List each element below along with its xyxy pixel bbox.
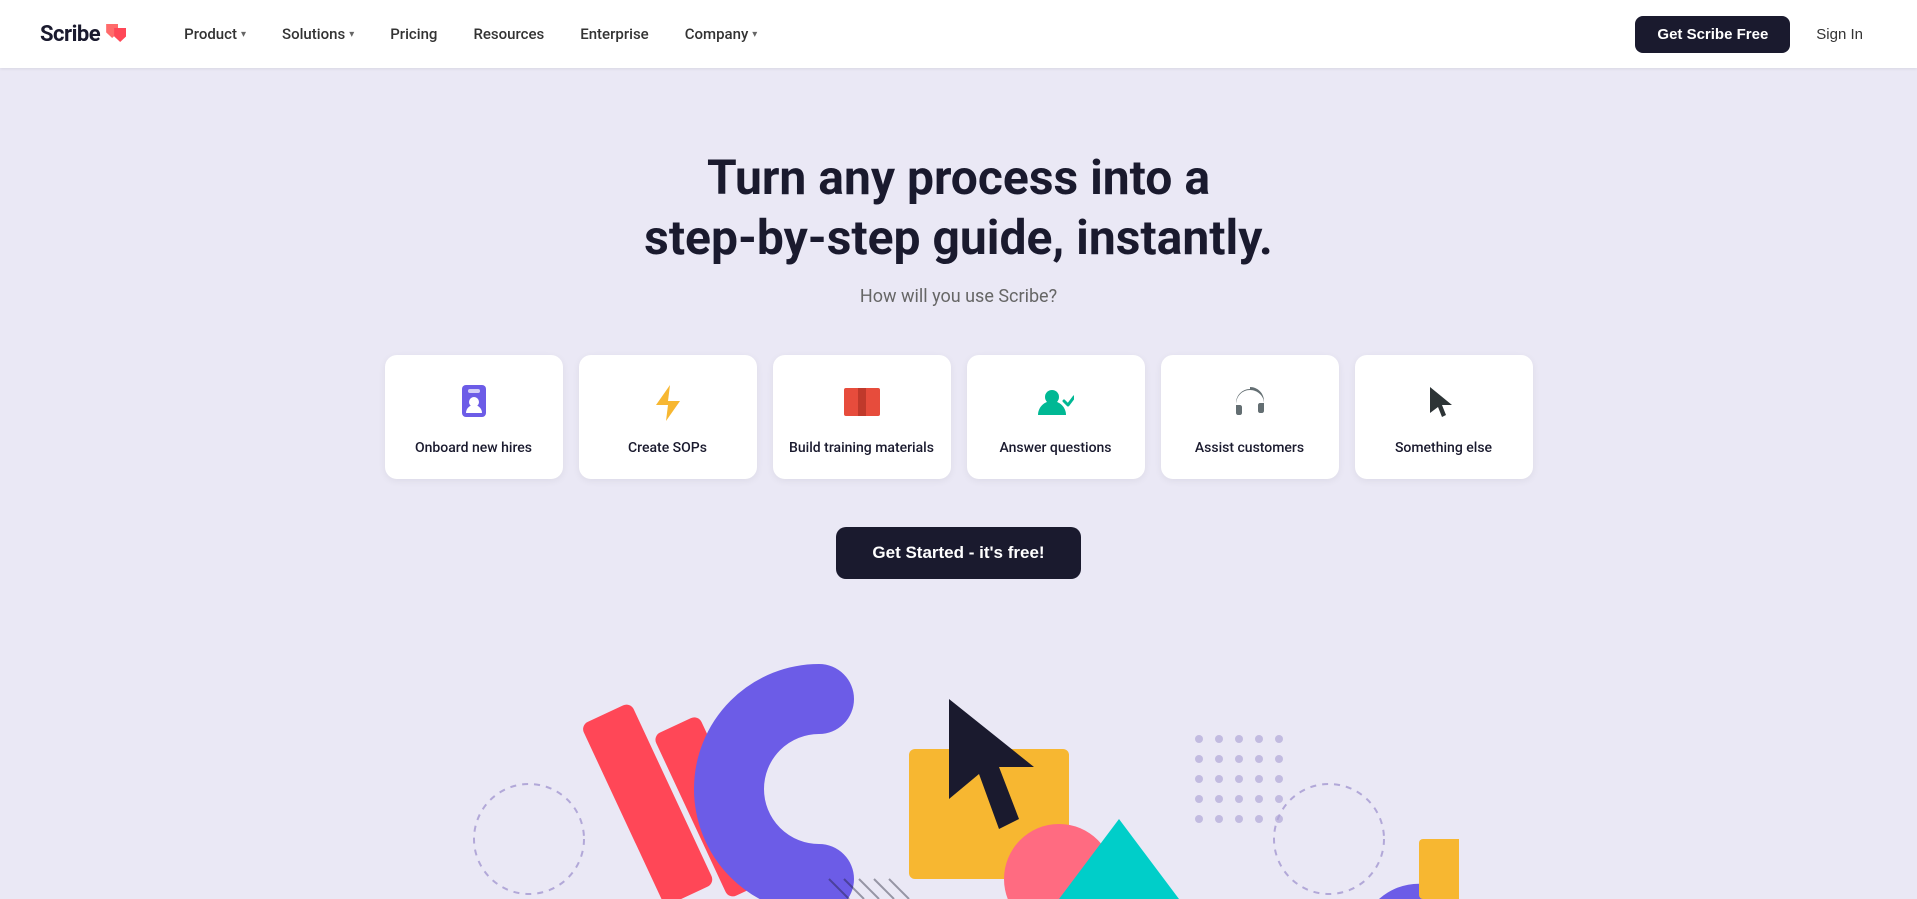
card-onboard[interactable]: Onboard new hires xyxy=(385,355,563,479)
navbar-actions: Get Scribe Free Sign In xyxy=(1635,16,1877,53)
get-started-button[interactable]: Get Started - it's free! xyxy=(836,527,1080,579)
hero-illustration xyxy=(0,639,1917,899)
book-icon xyxy=(842,383,882,423)
use-case-cards: Onboard new hires Create SOPs Build trai… xyxy=(365,355,1553,479)
chevron-down-icon: ▾ xyxy=(752,29,757,40)
card-training[interactable]: Build training materials xyxy=(773,355,951,479)
card-else[interactable]: Something else xyxy=(1355,355,1533,479)
get-scribe-free-button[interactable]: Get Scribe Free xyxy=(1635,16,1790,53)
card-label: Onboard new hires xyxy=(415,439,532,457)
sign-in-button[interactable]: Sign In xyxy=(1802,16,1877,53)
chevron-down-icon: ▾ xyxy=(349,29,354,40)
card-questions[interactable]: Answer questions xyxy=(967,355,1145,479)
cursor-icon xyxy=(1424,383,1464,423)
card-label: Assist customers xyxy=(1195,439,1304,457)
card-label: Something else xyxy=(1395,439,1492,457)
nav-item-product[interactable]: Product ▾ xyxy=(170,17,260,51)
card-label: Build training materials xyxy=(789,439,934,457)
card-label: Create SOPs xyxy=(628,439,707,457)
person-badge-icon xyxy=(454,383,494,423)
nav-item-solutions[interactable]: Solutions ▾ xyxy=(268,17,368,51)
navbar-nav: Product ▾ Solutions ▾ Pricing Resources … xyxy=(170,17,1635,51)
logo-link[interactable]: Scribe xyxy=(40,22,130,47)
nav-item-enterprise[interactable]: Enterprise xyxy=(566,17,662,51)
logo-text: Scribe xyxy=(40,22,100,47)
hero-section: Turn any process into a step-by-step gui… xyxy=(0,68,1917,899)
nav-item-company[interactable]: Company ▾ xyxy=(671,17,772,51)
lightning-icon xyxy=(648,383,688,423)
navbar: Scribe Product ▾ Solutions ▾ Pricing Res… xyxy=(0,0,1917,68)
illustration-svg xyxy=(459,639,1459,899)
headset-icon xyxy=(1230,383,1270,423)
logo-icon xyxy=(106,24,130,44)
card-label: Answer questions xyxy=(999,439,1111,457)
card-customers[interactable]: Assist customers xyxy=(1161,355,1339,479)
nav-item-pricing[interactable]: Pricing xyxy=(376,17,451,51)
nav-item-resources[interactable]: Resources xyxy=(459,17,558,51)
person-check-icon xyxy=(1036,383,1076,423)
chevron-down-icon: ▾ xyxy=(241,29,246,40)
hero-subtitle: How will you use Scribe? xyxy=(860,286,1057,307)
hero-title: Turn any process into a step-by-step gui… xyxy=(644,148,1273,268)
card-sops[interactable]: Create SOPs xyxy=(579,355,757,479)
